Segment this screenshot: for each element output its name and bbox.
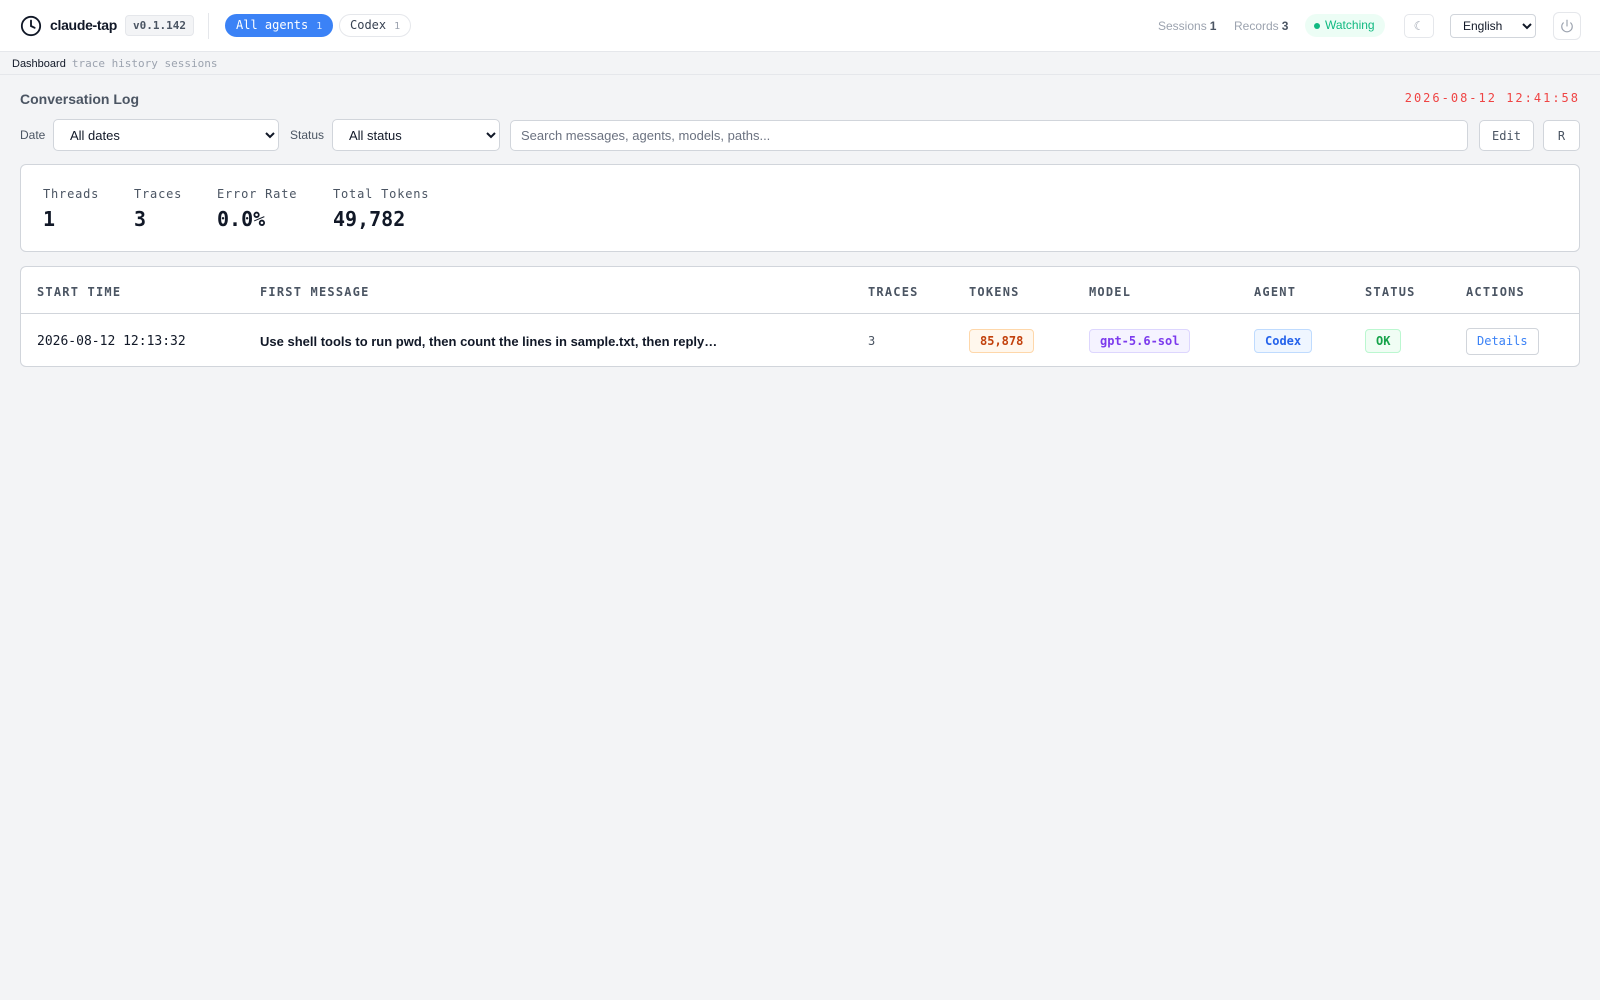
sessions-stat: Sessions 1	[1158, 19, 1216, 33]
page-title: Conversation Log	[20, 91, 140, 107]
stat-traces-value: 3	[134, 207, 147, 231]
cell-actions: Details	[1466, 314, 1539, 366]
breadcrumb-current[interactable]: Dashboard	[12, 58, 66, 70]
stat-error-rate-value: 0.0%	[217, 207, 266, 231]
stats-card: Threads 1 Traces 3 Error Rate 0.0% Total…	[20, 164, 1580, 252]
language-select[interactable]: English	[1450, 14, 1536, 38]
model-badge: gpt-5.6-sol	[1089, 329, 1191, 353]
breadcrumb-subtitle: trace history sessions	[71, 57, 218, 70]
clock-logo-icon	[20, 15, 42, 37]
column-header-model[interactable]: MODEL	[1089, 285, 1131, 299]
records-stat: Records 3	[1234, 19, 1288, 33]
watching-status-badge: Watching	[1305, 14, 1385, 37]
filter-chip-codex[interactable]: Codex 1	[339, 14, 412, 37]
details-button[interactable]: Details	[1466, 327, 1539, 355]
date-filter-select[interactable]: All dates	[53, 119, 279, 151]
sessions-label: Sessions	[1158, 19, 1207, 33]
stat-threads: Threads 1	[43, 187, 99, 231]
column-header-start-time[interactable]: START TIME	[37, 285, 121, 299]
stat-error-rate-label: Error Rate	[217, 187, 298, 201]
date-filter-label: Date	[20, 128, 46, 142]
column-header-traces[interactable]: TRACES	[868, 285, 919, 299]
stat-total-tokens-label: Total Tokens	[333, 187, 430, 201]
filter-chip-label: All agents	[236, 18, 309, 32]
filter-chip-count: 1	[316, 21, 323, 32]
cell-first-message: Use shell tools to run pwd, then count t…	[260, 333, 718, 349]
stat-threads-label: Threads	[43, 187, 100, 201]
header-divider	[208, 13, 209, 39]
column-header-first-message[interactable]: FIRST MESSAGE	[260, 285, 370, 299]
status-filter-label: Status	[290, 128, 325, 142]
column-header-tokens[interactable]: TOKENS	[969, 285, 1020, 299]
column-header-actions: ACTIONS	[1466, 285, 1525, 299]
tokens-badge: 85,878	[969, 329, 1035, 353]
theme-toggle-button[interactable]: ☾	[1404, 14, 1434, 38]
agent-badge: Codex	[1254, 329, 1313, 353]
cell-agent: Codex	[1254, 314, 1313, 366]
filter-chip-all-agents[interactable]: All agents 1	[225, 14, 334, 37]
table-header: START TIME FIRST MESSAGE TRACES TOKENS M…	[21, 267, 1579, 314]
filter-chip-count: 1	[394, 21, 401, 32]
cell-start-time: 2026-08-12 12:13:32	[37, 333, 186, 349]
cell-traces: 3	[868, 334, 876, 348]
version-badge: v0.1.142	[125, 15, 194, 36]
breadcrumb: Dashboard trace history sessions	[0, 53, 1600, 75]
sessions-count: 1	[1209, 19, 1217, 33]
cell-model: gpt-5.6-sol	[1089, 314, 1191, 366]
stat-error-rate: Error Rate 0.0%	[217, 187, 297, 231]
stat-total-tokens: Total Tokens 49,782	[333, 187, 429, 231]
status-filter-select[interactable]: All status	[332, 119, 500, 151]
power-button[interactable]	[1553, 12, 1581, 40]
status-badge: OK	[1365, 329, 1402, 353]
app-name: claude-tap	[50, 17, 118, 33]
moon-icon: ☾	[1413, 19, 1425, 33]
refresh-button[interactable]: R	[1543, 120, 1580, 151]
records-count: 3	[1281, 19, 1289, 33]
power-icon	[1561, 19, 1573, 33]
stat-threads-value: 1	[43, 207, 56, 231]
search-input[interactable]	[510, 120, 1468, 151]
column-header-agent[interactable]: AGENT	[1254, 285, 1296, 299]
stat-traces: Traces 3	[134, 187, 182, 231]
column-header-status[interactable]: STATUS	[1365, 285, 1416, 299]
edit-button[interactable]: Edit	[1479, 120, 1534, 151]
top-bar: claude-tap v0.1.142 All agents 1 Codex 1 S…	[0, 0, 1600, 52]
stat-total-tokens-value: 49,782	[333, 207, 406, 231]
watching-label: Watching	[1325, 18, 1375, 32]
current-timestamp: 2026-08-12 12:41:58	[1404, 91, 1580, 105]
stat-traces-label: Traces	[134, 187, 183, 201]
records-label: Records	[1234, 19, 1279, 33]
status-dot-icon	[1314, 23, 1320, 29]
cell-status: OK	[1365, 314, 1402, 366]
filter-chip-label: Codex	[350, 18, 387, 32]
table-row[interactable]: 2026-08-12 12:13:32 Use shell tools to r…	[21, 314, 1579, 366]
conversation-table: START TIME FIRST MESSAGE TRACES TOKENS M…	[20, 266, 1580, 367]
cell-tokens: 85,878	[969, 314, 1035, 366]
